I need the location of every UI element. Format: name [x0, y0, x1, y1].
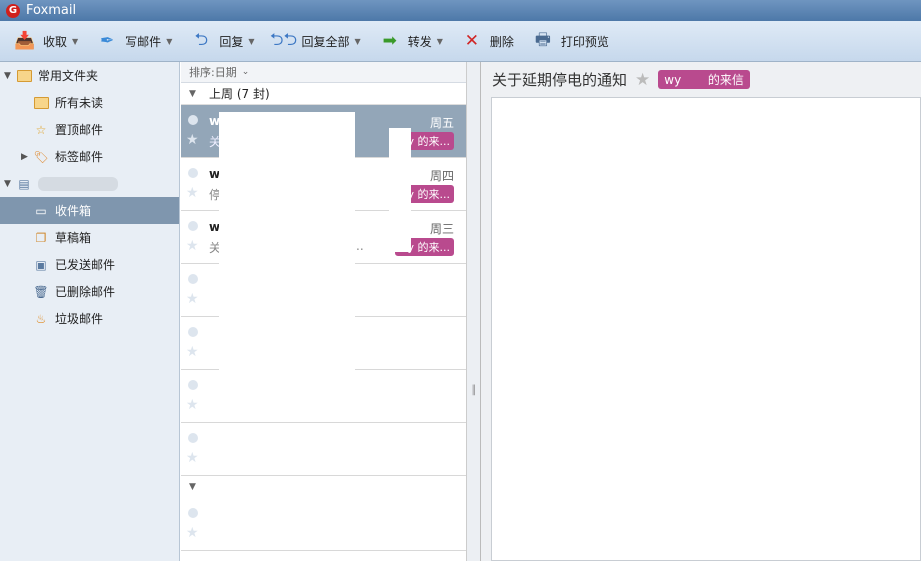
- tag-badge: wy 的来信: [658, 70, 750, 89]
- sort-dropdown[interactable]: 排序:日期 ⌄: [181, 62, 466, 83]
- chevron-down-icon: ⌄: [241, 67, 250, 77]
- chevron-down-icon[interactable]: ▼: [166, 37, 172, 46]
- chevron-down-icon[interactable]: ▼: [437, 37, 443, 46]
- redaction-block: [219, 112, 355, 382]
- sent-icon: ▣: [35, 257, 47, 272]
- reading-pane: 关于延期停电的通知 ★ wy 的来信: [481, 62, 921, 561]
- sidebar-item-common-folders[interactable]: ▼ 常用文件夹: [0, 62, 179, 89]
- expand-triangle-icon[interactable]: ▶: [21, 152, 33, 162]
- message-row[interactable]: ★: [181, 498, 466, 551]
- feather-icon: ✒: [100, 31, 115, 51]
- delete-x-icon: ✕: [464, 31, 479, 51]
- star-icon: ★: [186, 450, 199, 466]
- collapse-triangle-icon[interactable]: ▼: [189, 482, 201, 492]
- star-icon: ★: [186, 397, 199, 413]
- folder-sidebar: ▼ 常用文件夹 所有未读 ☆ 置顶邮件 ▶ 🏷 标签邮件 ▼ ▤ ▭ 收件箱 ❐ 草稿箱 ▣ 已…: [0, 62, 180, 561]
- unread-dot-icon: [188, 274, 198, 284]
- star-icon[interactable]: ★: [186, 238, 199, 254]
- reply-all-button[interactable]: ⮌⮌ 回复全部 ▼: [269, 29, 361, 51]
- account-name-redacted: [38, 176, 118, 191]
- delete-button[interactable]: ✕ 删除: [461, 31, 514, 51]
- title-bar: G Foxmail: [0, 0, 921, 21]
- receive-button[interactable]: 📥 收取 ▼: [14, 31, 78, 51]
- inbox-icon: ▭: [35, 203, 47, 218]
- chevron-down-icon[interactable]: ▼: [355, 37, 361, 46]
- printer-icon: 🖶: [534, 29, 551, 50]
- star-icon[interactable]: ★: [635, 70, 650, 90]
- unread-dot-icon[interactable]: [188, 168, 198, 178]
- group-header[interactable]: ▼: [181, 476, 466, 498]
- drafts-icon: ❐: [35, 230, 47, 245]
- star-icon: ★: [186, 291, 199, 307]
- sidebar-item-unread[interactable]: 所有未读: [0, 89, 179, 116]
- inbox-tray-icon: 📥: [14, 31, 36, 51]
- chevron-down-icon[interactable]: ▼: [248, 37, 254, 46]
- email-body: [491, 97, 921, 561]
- unread-dot-icon: [188, 433, 198, 443]
- chevron-down-icon[interactable]: ▼: [72, 37, 78, 46]
- sidebar-item-tagged[interactable]: ▶ 🏷 标签邮件: [0, 143, 179, 170]
- message-list: 排序:日期 ⌄ ▼ 上周 (7 封) ★ w 关周五 wy 的来... ★ w 停周四 wy 的…: [181, 62, 466, 561]
- reply-button[interactable]: ⮌ 回复 ▼: [190, 29, 255, 51]
- unread-dot-icon[interactable]: [188, 115, 198, 125]
- forward-arrow-icon: ➡: [382, 31, 397, 51]
- message-row[interactable]: ★: [181, 423, 466, 476]
- redaction-block: [389, 128, 411, 252]
- toolbar: 📥 收取 ▼ ✒ 写邮件 ▼ ⮌ 回复 ▼ ⮌⮌ 回复全部 ▼ ➡ 转发 ▼ ✕ 删除 🖶 打印预览: [0, 21, 921, 62]
- account-icon: ▤: [18, 176, 30, 191]
- foxmail-logo-icon: G: [6, 3, 20, 18]
- star-icon: ★: [186, 525, 199, 541]
- sidebar-item-deleted[interactable]: 🗑 已删除邮件: [0, 278, 179, 305]
- reading-header: 关于延期停电的通知 ★ wy 的来信: [481, 62, 921, 97]
- fire-icon: ♨: [35, 311, 47, 326]
- folder-icon: [33, 96, 49, 110]
- reply-icon: ⮌: [194, 29, 209, 50]
- unread-dot-icon[interactable]: [188, 221, 198, 231]
- trash-icon: 🗑: [33, 284, 49, 299]
- expand-triangle-icon[interactable]: ▼: [4, 71, 16, 81]
- forward-button[interactable]: ➡ 转发 ▼: [379, 31, 443, 51]
- star-icon: ★: [186, 344, 199, 360]
- unread-dot-icon: [188, 380, 198, 390]
- app-title: Foxmail: [26, 3, 77, 18]
- unread-dot-icon: [188, 327, 198, 337]
- collapse-triangle-icon[interactable]: ▼: [189, 89, 201, 99]
- reply-all-icon: ⮌⮌: [269, 29, 298, 50]
- sidebar-item-junk[interactable]: ♨ 垃圾邮件: [0, 305, 179, 332]
- sidebar-item-pinned[interactable]: ☆ 置顶邮件: [0, 116, 179, 143]
- sidebar-item-account[interactable]: ▼ ▤: [0, 170, 179, 197]
- star-icon: ☆: [35, 122, 47, 137]
- sidebar-item-inbox[interactable]: ▭ 收件箱: [0, 197, 179, 224]
- tag-icon: 🏷: [33, 149, 49, 164]
- group-header[interactable]: ▼ 上周 (7 封): [181, 83, 466, 105]
- expand-triangle-icon[interactable]: ▼: [4, 179, 16, 189]
- grip-icon: ║: [471, 386, 477, 396]
- sidebar-item-sent[interactable]: ▣ 已发送邮件: [0, 251, 179, 278]
- compose-button[interactable]: ✒ 写邮件 ▼: [96, 31, 172, 51]
- sidebar-item-drafts[interactable]: ❐ 草稿箱: [0, 224, 179, 251]
- unread-dot-icon: [188, 508, 198, 518]
- print-preview-button[interactable]: 🖶 打印预览: [532, 29, 609, 51]
- folder-icon: [16, 69, 32, 83]
- list-splitter[interactable]: ║: [466, 62, 481, 561]
- star-icon[interactable]: ★: [186, 185, 199, 201]
- email-subject: 关于延期停电的通知: [492, 71, 628, 89]
- star-icon[interactable]: ★: [186, 132, 199, 148]
